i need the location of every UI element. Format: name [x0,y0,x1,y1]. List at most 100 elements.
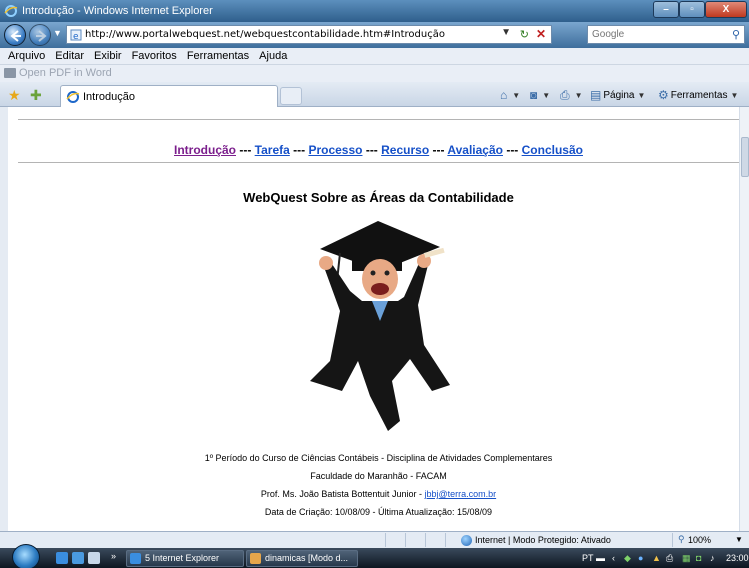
forward-button[interactable] [29,24,51,46]
minimize-button[interactable]: – [653,1,679,18]
ie-taskbar-icon [130,553,141,564]
zoom-level[interactable]: 100% [688,535,711,545]
scrollbar-thumb[interactable] [741,137,749,177]
page-content: Introdução --- Tarefa --- Processo --- R… [0,107,749,531]
nav-avaliacao[interactable]: Avaliação [447,143,503,157]
update-tray-icon[interactable]: ◘ [696,553,701,563]
nav-separator: --- [362,143,382,157]
feeds-button[interactable]: ◙ ▼ [530,88,550,102]
email-link[interactable]: jbbj@terra.com.br [424,489,496,499]
chevron-down-icon: ▼ [637,90,646,100]
network-tray-icon[interactable]: ◆ [624,553,631,564]
recent-pages-chevron-icon[interactable]: ▼ [53,28,62,38]
home-button[interactable]: ⌂ ▼ [500,88,520,102]
refresh-icon[interactable]: ↻ [520,28,529,41]
course-info: 1º Período do Curso de Ciências Contábei… [204,453,553,463]
add-favorites-icon[interactable]: ✚ [30,87,42,104]
start-button[interactable] [12,544,40,568]
security-zone-text[interactable]: Internet | Modo Protegido: Ativado [475,535,611,545]
language-indicator[interactable]: PT [582,553,594,563]
printer-tray-icon[interactable]: ⎙ [666,553,673,564]
nav-introducao[interactable]: Introdução [174,143,236,157]
pdf-icon [4,68,16,78]
desktop-quicklaunch-icon[interactable] [72,552,84,564]
taskbar-ie-label: 5 Internet Explorer [145,553,220,563]
favorites-star-icon[interactable]: ★ [8,87,21,104]
print-icon: ⎙ [560,88,570,102]
nav-conclusao[interactable]: Conclusão [522,143,583,157]
search-input[interactable] [588,26,718,43]
taskbar: » 5 Internet Explorer dinamicas [Modo d.… [0,544,749,568]
divider [18,162,743,163]
menu-ferramentas[interactable]: Ferramentas [182,48,254,64]
dates-info: Data de Criação: 10/08/09 - Última Atual… [264,507,493,517]
zoom-chevron-icon[interactable]: ▼ [735,535,743,544]
clock[interactable]: 23:00 [726,553,749,563]
page-title: WebQuest Sobre as Áreas da Contabilidade [243,190,514,205]
jumping-graduate-image [310,221,450,431]
page-menu-button[interactable]: ▤ Página ▼ [590,88,645,102]
volume-icon[interactable]: ♪ [710,553,715,563]
nav-tarefa[interactable]: Tarefa [255,143,290,157]
professor-info: Prof. Ms. João Batista Bottentuit Junior… [8,489,749,499]
forward-arrow-icon [36,30,47,42]
print-button[interactable]: ⎙ ▼ [560,88,583,103]
chevron-down-icon: ▼ [512,90,521,100]
gear-icon: ⚙ [658,88,669,102]
vertical-scrollbar[interactable] [739,107,749,531]
nav-separator: --- [236,143,255,157]
ie-quicklaunch-icon[interactable] [56,552,68,564]
close-button[interactable]: X [705,1,747,18]
stop-icon[interactable]: ✕ [536,27,546,41]
system-tray: PT ▬ ‹ ◆ ● ▲ ⎙ ▦ ◘ ♪ 23:00 [572,548,749,568]
status-separator [385,533,386,547]
search-box[interactable]: ⚲ [587,25,745,44]
status-separator [405,533,406,547]
menu-exibir[interactable]: Exibir [89,48,127,64]
home-icon: ⌂ [500,88,508,102]
svg-text:e: e [73,32,79,41]
zoom-magnifier-icon: ⚲ [678,534,685,544]
menu-ajuda[interactable]: Ajuda [254,48,292,64]
nav-separator: --- [289,143,309,157]
menu-editar[interactable]: Editar [50,48,89,64]
status-separator [425,533,426,547]
tools-menu-button[interactable]: ⚙ Ferramentas ▼ [658,88,738,102]
address-bar[interactable]: e http://www.portalwebquest.net/webquest… [66,25,552,44]
nav-separator: --- [429,143,448,157]
url-text[interactable]: http://www.portalwebquest.net/webquestco… [85,29,445,40]
tab-ie-icon [66,91,80,103]
back-button[interactable] [4,24,26,46]
taskbar-ie-group[interactable]: 5 Internet Explorer [126,550,244,567]
address-row: ▼ e http://www.portalwebquest.net/webque… [0,22,749,48]
ie-logo-icon [4,5,18,17]
tray-chevron-icon[interactable]: ‹ [612,553,615,563]
pdf-toolbar: Open PDF in Word [0,65,749,82]
search-icon[interactable]: ⚲ [732,28,740,41]
maximize-button[interactable]: ▫ [679,1,705,18]
page-ie-icon: e [70,29,82,41]
chevron-down-icon: ▼ [574,91,583,100]
tab-introducao[interactable]: Introdução [60,85,278,107]
menu-favoritos[interactable]: Favoritos [127,48,182,64]
messenger-tray-icon[interactable]: ● [638,553,643,563]
tab-bar: ★ ✚ Introdução ⌂ ▼ ◙ ▼ ⎙ ▼ ▤ Página ▼ ⚙ Ferram… [0,82,749,107]
status-separator [445,533,446,547]
more-quicklaunch-icon[interactable]: » [111,551,116,561]
new-tab-button[interactable] [280,87,302,105]
chevron-down-icon: ▼ [730,90,739,100]
open-pdf-button[interactable]: Open PDF in Word [19,67,112,79]
taskbar-ppt-window[interactable]: dinamicas [Modo d... [246,550,358,567]
connection-tray-icon[interactable]: ▦ [682,553,691,564]
window-title: Introdução - Windows Internet Explorer [22,5,213,17]
ppt-taskbar-icon [250,553,261,564]
keyboard-icon[interactable]: ▬ [596,553,605,563]
nav-processo[interactable]: Processo [308,143,362,157]
security-tray-icon[interactable]: ▲ [652,553,661,563]
nav-recurso[interactable]: Recurso [381,143,429,157]
mail-quicklaunch-icon[interactable] [88,552,100,564]
status-separator [672,533,673,547]
address-dropdown-icon[interactable]: ▼ [501,27,511,38]
back-arrow-icon [10,30,21,42]
menu-arquivo[interactable]: Arquivo [3,48,50,64]
